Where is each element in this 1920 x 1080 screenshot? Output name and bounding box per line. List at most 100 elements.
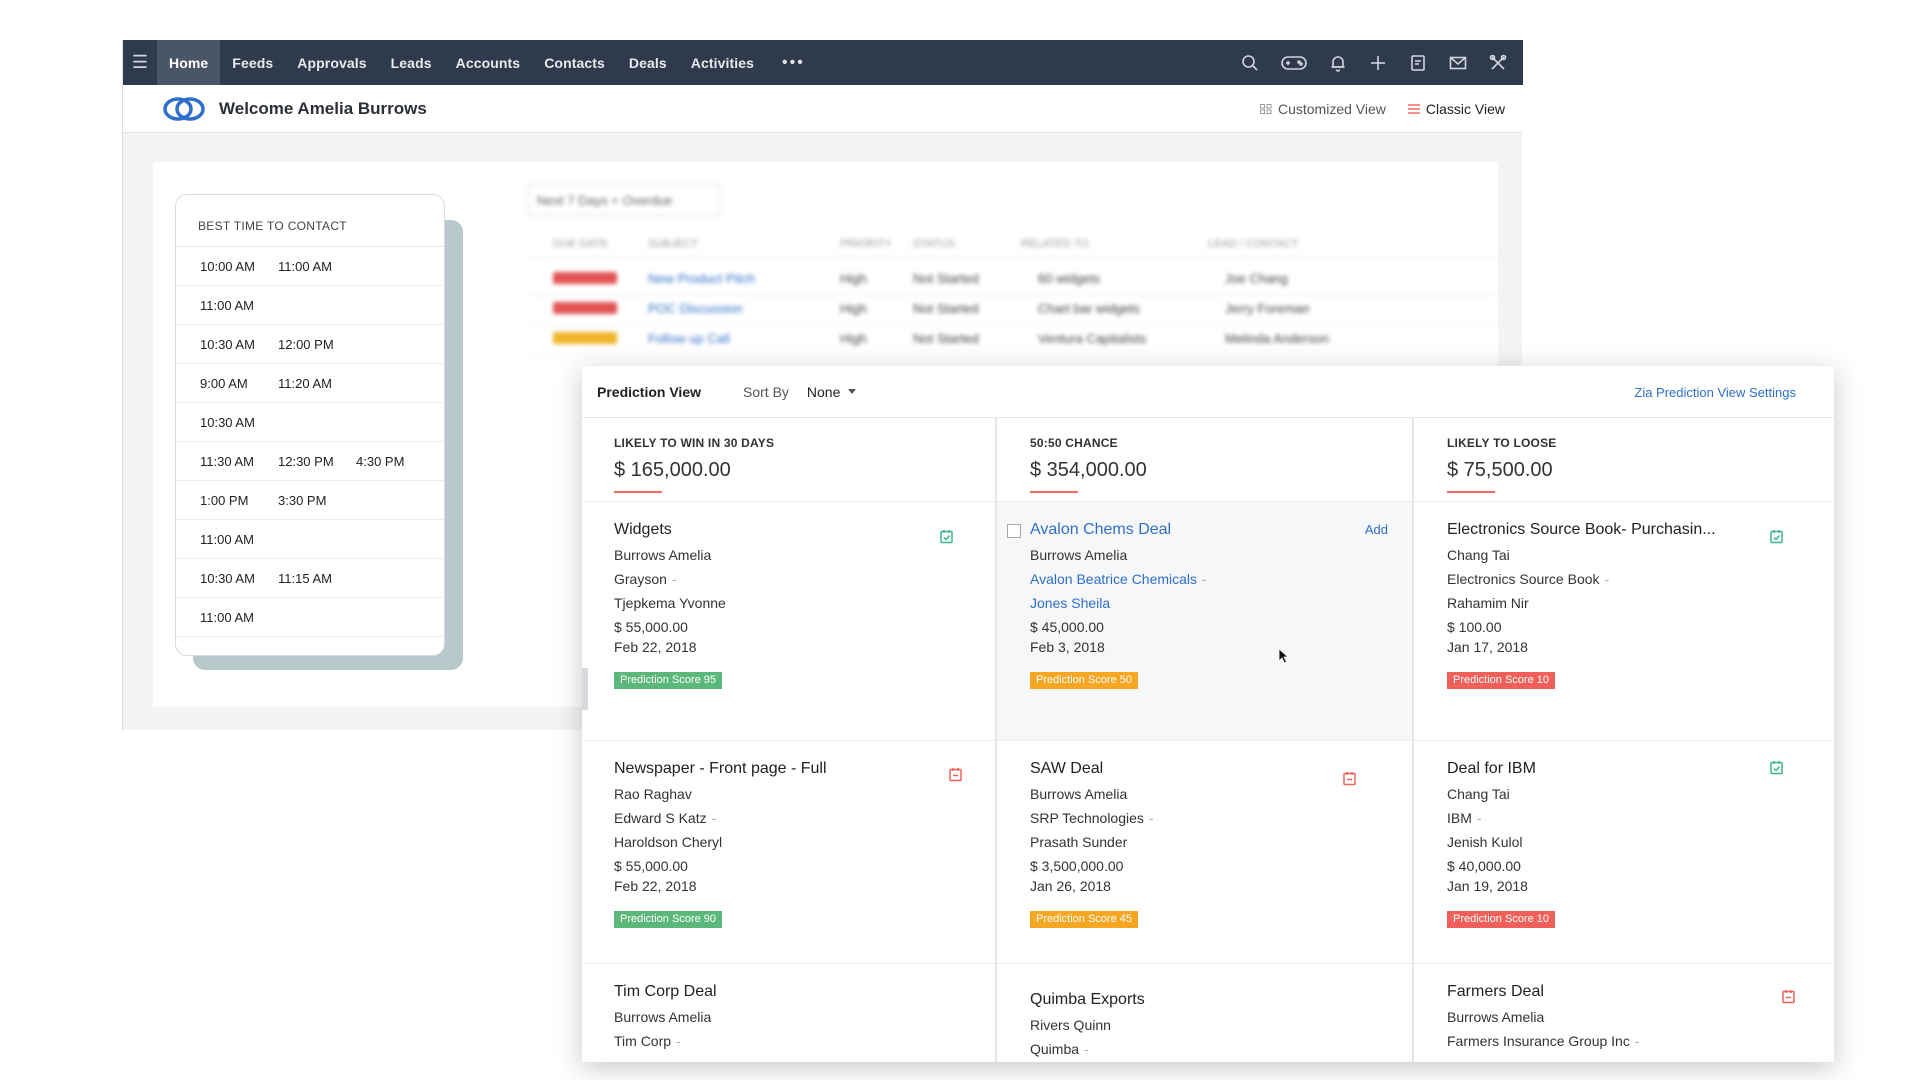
best-time-slot: 9:00 AM (200, 375, 248, 391)
best-time-row: 11:00 AM (176, 520, 444, 559)
deal-name[interactable]: Farmers Deal (1447, 964, 1834, 1001)
best-time-slot: 11:00 AM (200, 297, 254, 313)
sort-by-label: Sort By (743, 383, 789, 400)
deal-date: Feb 22, 2018 (614, 878, 697, 894)
deal-date: Jan 26, 2018 (1030, 878, 1111, 894)
mail-icon[interactable] (1447, 52, 1469, 74)
activity-filter-dropdown[interactable]: Next 7 Days + Overdue (528, 184, 720, 216)
sort-by-value: None (806, 383, 841, 400)
deal-name[interactable]: Avalon Chems Deal (1030, 502, 1412, 539)
deal-owner: Chang Tai (1447, 547, 1510, 563)
activity-contact: Jerry Foreman (1225, 301, 1310, 316)
deal-card[interactable]: Widgets Burrows Amelia Grayson - Tjepkema… (582, 502, 995, 741)
deal-card[interactable]: Quimba Exports Rivers Quinn Quimba - (997, 964, 1412, 1062)
deal-owner: Burrows Amelia (614, 1009, 712, 1025)
due-date-tag (553, 332, 617, 344)
zia-prediction-settings-link[interactable]: Zia Prediction View Settings (1634, 385, 1796, 400)
deal-owner: Chang Tai (1447, 786, 1510, 802)
nav-tab-feeds[interactable]: Feeds (220, 40, 285, 85)
gamepad-icon[interactable] (1279, 52, 1309, 74)
best-time-row: 9:00 AM 11:20 AM (176, 364, 444, 403)
prediction-view-panel: Prediction View Sort By None Zia Predict… (582, 366, 1834, 1062)
deal-name[interactable]: Tim Corp Deal (614, 964, 995, 1001)
due-date-tag (553, 272, 617, 284)
activity-status: Not Started (913, 331, 979, 346)
deal-name[interactable]: Widgets (614, 502, 995, 539)
list-icon (1407, 104, 1420, 114)
task-pending-icon[interactable] (948, 767, 963, 782)
task-pending-icon[interactable] (1342, 771, 1357, 786)
best-time-row: 10:30 AM (176, 403, 444, 442)
search-icon[interactable] (1239, 52, 1261, 74)
deal-contact: Rahamim Nir (1447, 595, 1529, 611)
best-time-row: 11:00 AM (176, 286, 444, 325)
nav-tab-accounts[interactable]: Accounts (444, 40, 533, 85)
nav-more-button[interactable]: ••• (766, 54, 821, 72)
deal-card[interactable]: SAW Deal Burrows Amelia SRP Technologies… (997, 741, 1412, 964)
activity-related-to: Chart bar widgets (1038, 301, 1140, 316)
column-underline (614, 491, 662, 493)
deal-date: Jan 17, 2018 (1447, 639, 1528, 655)
prediction-view-title: Prediction View (597, 383, 701, 400)
deal-account-link[interactable]: Avalon Beatrice Chemicals - (1030, 571, 1412, 587)
column-label: LIKELY TO WIN IN 30 DAYS (614, 436, 775, 450)
hamburger-menu-icon[interactable]: ☰ (123, 40, 157, 85)
task-pending-icon[interactable] (1781, 989, 1796, 1004)
calendar-icon[interactable] (1407, 52, 1429, 74)
deal-card[interactable]: Newspaper - Front page - Full Rao Raghav… (582, 741, 995, 964)
task-check-icon[interactable] (1769, 529, 1784, 544)
deal-card[interactable]: Tim Corp Deal Burrows Amelia Tim Corp - (582, 964, 995, 1062)
column-total-amount: $ 165,000.00 (614, 459, 731, 481)
deal-contact: Haroldson Cheryl (614, 834, 723, 850)
nav-tab-deals[interactable]: Deals (617, 40, 679, 85)
deal-name[interactable]: Newspaper - Front page - Full (614, 741, 995, 778)
nav-tab-contacts[interactable]: Contacts (532, 40, 617, 85)
prediction-score-badge: Prediction Score 10 (1447, 911, 1555, 928)
due-date-tag (553, 302, 617, 314)
col-subject: SUBJECT (648, 238, 699, 250)
nav-tab-home[interactable]: Home (157, 40, 221, 85)
deal-amount: $ 45,000.00 (1030, 619, 1104, 635)
deal-amount: $ 3,500,000.00 (1030, 858, 1124, 874)
task-check-icon[interactable] (1769, 760, 1784, 775)
bell-icon[interactable] (1327, 52, 1349, 74)
best-time-slot: 3:30 PM (278, 492, 327, 508)
tools-icon[interactable] (1487, 52, 1509, 74)
deal-name[interactable]: Quimba Exports (1030, 964, 1412, 1009)
best-time-slot: 1:00 PM (200, 492, 249, 508)
deal-card[interactable]: Farmers Deal Burrows Amelia Farmers Insu… (1414, 964, 1834, 1062)
activity-contact: Melinda Anderson (1225, 331, 1330, 346)
deal-owner: Burrows Amelia (1030, 786, 1128, 802)
nav-tab-approvals[interactable]: Approvals (285, 40, 378, 85)
sort-by-dropdown[interactable]: None (806, 383, 857, 400)
best-time-row: 10:30 AM 11:15 AM (176, 559, 444, 598)
col-status: STATUS (913, 238, 955, 250)
add-task-link[interactable]: Add (1365, 522, 1388, 537)
deal-card[interactable]: Electronics Source Book- Purchasin... Ch… (1414, 502, 1834, 741)
best-time-title: BEST TIME TO CONTACT (176, 195, 444, 247)
deal-card-hovered[interactable]: Avalon Chems Deal Burrows Amelia Avalon … (997, 502, 1412, 741)
best-time-to-contact-card: BEST TIME TO CONTACT 10:00 AM 11:00 AM 11:… (175, 194, 445, 656)
customized-view-label: Customized View (1277, 101, 1386, 117)
activity-status: Not Started (913, 301, 979, 316)
best-time-slot: 11:00 AM (200, 531, 254, 547)
nav-tab-activities[interactable]: Activities (679, 40, 766, 85)
customized-view-button[interactable]: Customized View (1259, 101, 1386, 117)
activity-related-to: Ventura Capitalists (1038, 331, 1147, 346)
column-header: 50:50 CHANCE $ 354,000.00 (997, 418, 1412, 502)
best-time-slot: 4:30 PM (356, 453, 405, 469)
activity-priority: High (840, 271, 867, 286)
deal-card[interactable]: Deal for IBM Chang Tai IBM - Jenish Kulol… (1414, 741, 1834, 964)
deal-select-checkbox[interactable] (1007, 524, 1021, 538)
deal-account: IBM - (1447, 810, 1482, 826)
welcome-bar: Welcome Amelia Burrows Customized View C… (123, 85, 1523, 133)
column-header: LIKELY TO WIN IN 30 DAYS $ 165,000.00 (582, 418, 995, 502)
nav-tab-leads[interactable]: Leads (379, 40, 444, 85)
task-check-icon[interactable] (939, 529, 954, 544)
zoho-crm-logo-icon (163, 96, 205, 121)
activity-row[interactable]: Follow up Call High Not Started Ventura Cap… (528, 319, 1498, 356)
classic-view-button[interactable]: Classic View (1407, 101, 1505, 117)
plus-icon[interactable] (1367, 52, 1389, 74)
deal-account: Electronics Source Book - (1447, 571, 1610, 587)
deal-contact-link[interactable]: Jones Sheila (1030, 595, 1412, 611)
